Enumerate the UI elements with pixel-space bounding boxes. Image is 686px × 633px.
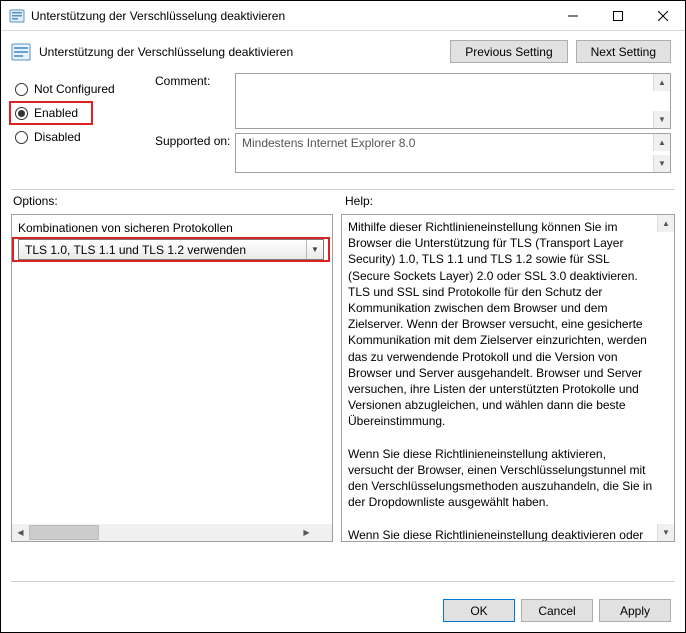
window-title: Unterstützung der Verschlüsselung deakti…: [31, 9, 550, 23]
help-text: Mithilfe dieser Richtlinieneinstellung k…: [342, 215, 674, 542]
scroll-up-icon[interactable]: ▲: [657, 215, 674, 232]
radio-indicator: [15, 131, 28, 144]
radio-indicator: [15, 83, 28, 96]
divider: [11, 581, 675, 582]
scroll-up-icon[interactable]: ▲: [653, 134, 670, 151]
supported-textbox: Mindestens Internet Explorer 8.0 ▲ ▼: [235, 133, 671, 173]
scroll-left-icon[interactable]: ◀: [12, 524, 29, 541]
comment-textbox[interactable]: ▲ ▼: [235, 73, 671, 129]
header-row: Unterstützung der Verschlüsselung deakti…: [1, 31, 685, 67]
ok-button[interactable]: OK: [443, 599, 515, 622]
supported-label: Supported on:: [155, 133, 235, 148]
apply-button[interactable]: Apply: [599, 599, 671, 622]
radio-indicator: [15, 107, 28, 120]
protocol-combo-value: TLS 1.0, TLS 1.1 und TLS 1.2 verwenden: [19, 243, 306, 257]
options-label: Options:: [13, 194, 345, 208]
scroll-corner: [315, 524, 332, 541]
radio-label: Disabled: [34, 130, 81, 144]
scroll-down-icon[interactable]: ▼: [653, 155, 670, 172]
policy-icon: [9, 8, 25, 24]
comment-label: Comment:: [155, 73, 235, 88]
protocol-combo-label: Kombinationen von sicheren Protokollen: [18, 221, 332, 235]
supported-value: Mindestens Internet Explorer 8.0: [242, 136, 415, 150]
minimize-button[interactable]: [550, 1, 595, 30]
header-title: Unterstützung der Verschlüsselung deakti…: [39, 45, 450, 59]
radio-not-configured[interactable]: Not Configured: [13, 77, 155, 101]
protocol-combo[interactable]: TLS 1.0, TLS 1.1 und TLS 1.2 verwenden ▼: [18, 239, 324, 260]
next-setting-button[interactable]: Next Setting: [576, 40, 671, 63]
close-button[interactable]: [640, 1, 685, 30]
radio-label: Enabled: [34, 106, 78, 120]
state-radios: Not Configured Enabled Disabled: [13, 73, 155, 177]
policy-large-icon: [11, 42, 31, 62]
help-panel: Mithilfe dieser Richtlinieneinstellung k…: [341, 214, 675, 542]
radio-disabled[interactable]: Disabled: [13, 125, 155, 149]
scroll-down-icon[interactable]: ▼: [657, 524, 674, 541]
scroll-right-icon[interactable]: ▶: [298, 524, 315, 541]
horizontal-scrollbar[interactable]: ◀ ▶: [12, 524, 315, 541]
scroll-down-icon[interactable]: ▼: [653, 111, 670, 128]
radio-label: Not Configured: [34, 82, 115, 96]
dialog-buttons: OK Cancel Apply: [443, 599, 671, 622]
maximize-button[interactable]: [595, 1, 640, 30]
radio-enabled[interactable]: Enabled: [9, 101, 93, 125]
options-panel: Kombinationen von sicheren Protokollen T…: [11, 214, 333, 542]
cancel-button[interactable]: Cancel: [521, 599, 593, 622]
previous-setting-button[interactable]: Previous Setting: [450, 40, 567, 63]
scroll-thumb[interactable]: [29, 525, 99, 540]
scroll-up-icon[interactable]: ▲: [653, 74, 670, 91]
chevron-down-icon: ▼: [306, 240, 323, 259]
title-bar: Unterstützung der Verschlüsselung deakti…: [1, 1, 685, 31]
help-label: Help:: [345, 194, 671, 208]
